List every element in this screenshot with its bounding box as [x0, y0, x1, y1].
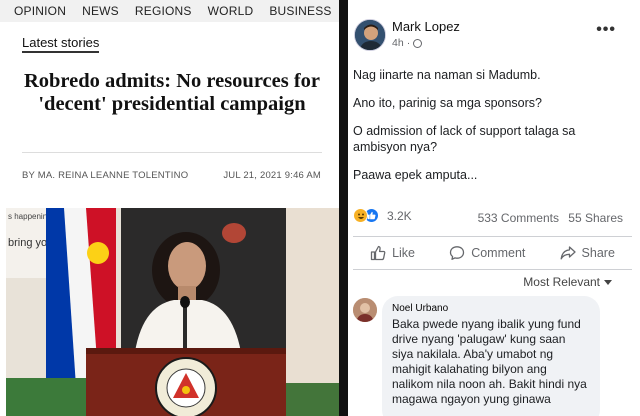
article-byline: BY MA. REINA LEANNE TOLENTINO [22, 170, 189, 181]
comment-label: Comment [471, 246, 526, 260]
post-time[interactable]: 4h [392, 37, 404, 49]
share-arrow-icon [560, 246, 576, 260]
article-photo: s happening bring your tick [6, 208, 339, 416]
globe-icon [413, 38, 423, 48]
thumbs-up-icon [370, 245, 386, 261]
shares-count-link[interactable]: 55 Shares [568, 211, 623, 225]
avatar[interactable] [354, 19, 386, 51]
like-button[interactable]: Like [370, 245, 415, 261]
post-author[interactable]: Mark Lopez [392, 19, 460, 34]
post-paragraph: Paawa epek amputa... [353, 168, 478, 182]
nav-item-news[interactable]: NEWS [82, 4, 119, 18]
nav-item-opinion[interactable]: OPINION [14, 4, 66, 18]
chevron-down-icon [604, 279, 612, 285]
share-button[interactable]: Share [560, 245, 615, 261]
headline-divider [22, 152, 322, 153]
post-meta: 4h · [392, 37, 423, 49]
comment-text: Baka pwede nyang ibalik yung fund drive … [392, 317, 587, 406]
comment-bubble: Noel Urbano Baka pwede nyang ibalik yung… [382, 296, 600, 416]
post-body: Nag iinarte na naman si Madumb. Ano ito,… [353, 55, 623, 183]
latest-stories-link[interactable]: Latest stories [22, 35, 100, 53]
panel-divider [339, 0, 348, 416]
post-paragraph: Ano ito, parinig sa mga sponsors? [353, 96, 542, 110]
sort-label: Most Relevant [523, 275, 600, 289]
facebook-post-panel: Mark Lopez 4h · ••• Nag iinarte na naman… [348, 0, 640, 416]
post-action-bar: Like Comment Share [353, 236, 632, 270]
news-nav-bar: OPINION NEWS REGIONS WORLD BUSINESS SP [0, 0, 339, 22]
dot-separator: · [406, 37, 411, 49]
like-label: Like [392, 246, 416, 260]
share-label: Share [581, 246, 615, 260]
more-options-button[interactable]: ••• [596, 22, 616, 38]
comment-bubble-icon [450, 246, 465, 260]
nav-item-business[interactable]: BUSINESS [269, 4, 331, 18]
reaction-count: 3.2K [387, 208, 412, 223]
haha-reaction-icon [353, 208, 368, 223]
nav-item-regions[interactable]: REGIONS [135, 4, 192, 18]
comment-sort-dropdown[interactable]: Most Relevant [523, 275, 612, 289]
commenter-name[interactable]: Noel Urbano [392, 303, 590, 314]
reactions-summary[interactable]: 3.2K [353, 208, 412, 223]
nav-item-world[interactable]: WORLD [208, 4, 254, 18]
engagement-counts: 533 Comments 55 Shares [478, 211, 623, 225]
post-paragraph: O admission of lack of support talaga sa… [353, 124, 576, 154]
comment-button[interactable]: Comment [449, 245, 525, 261]
photo-sign-text-1: s happening [8, 212, 52, 221]
news-article-panel: OPINION NEWS REGIONS WORLD BUSINESS SP L… [0, 0, 339, 416]
comments-count-link[interactable]: 533 Comments [478, 211, 559, 225]
post-paragraph: Nag iinarte na naman si Madumb. [353, 68, 541, 82]
article-dateline: JUL 21, 2021 9:46 AM [223, 170, 321, 181]
article-headline: Robredo admits: No resources for 'decent… [23, 70, 321, 115]
commenter-avatar[interactable] [353, 298, 377, 322]
